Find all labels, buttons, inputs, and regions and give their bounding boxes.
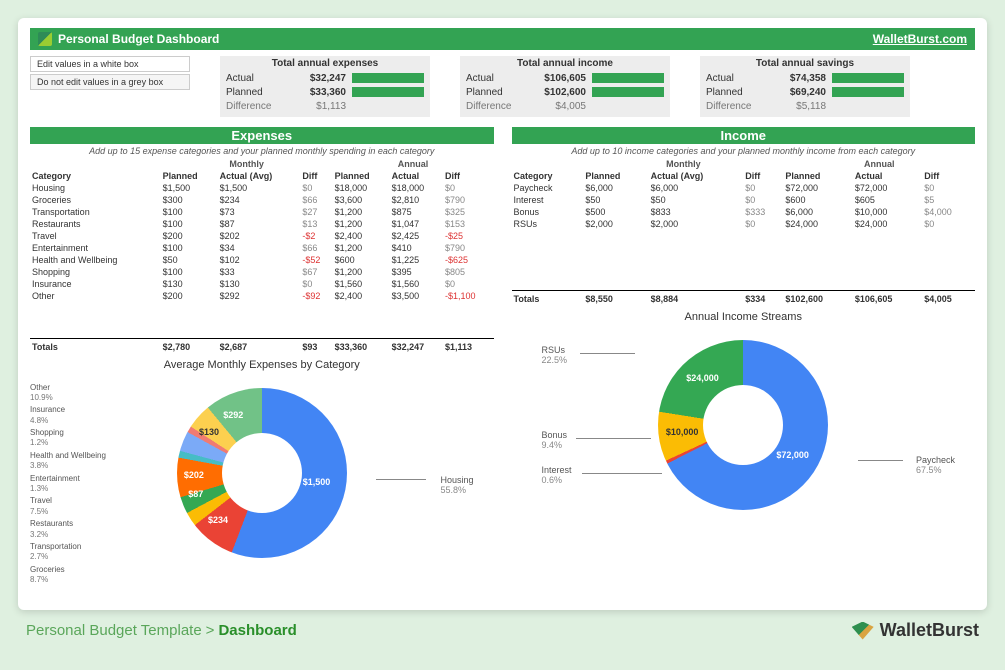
expenses-donut-chart: Other10.9%Insurance4.8%Shopping1.2%Healt… bbox=[30, 373, 494, 573]
income-table: Monthly Annual Category Planned Actual (… bbox=[512, 158, 976, 305]
brand-logo[interactable]: WalletBurst bbox=[852, 620, 979, 641]
summary-expenses: Total annual expenses Actual$32,247 Plan… bbox=[220, 56, 430, 117]
breadcrumb-current: Dashboard bbox=[218, 622, 296, 639]
page-title: Personal Budget Dashboard bbox=[58, 32, 219, 46]
table-row[interactable]: Transportation$100$73$27$1,200$875$325 bbox=[30, 206, 494, 218]
summary-header: Total annual expenses bbox=[226, 58, 424, 69]
titlebar: Personal Budget Dashboard WalletBurst.co… bbox=[30, 28, 975, 50]
table-row[interactable]: Health and Wellbeing$50$102-$52$600$1,22… bbox=[30, 254, 494, 266]
table-row[interactable]: Travel$200$202-$2$2,400$2,425-$25 bbox=[30, 230, 494, 242]
spreadsheet-sheet: Personal Budget Dashboard WalletBurst.co… bbox=[18, 18, 987, 610]
wallet-icon bbox=[38, 32, 52, 46]
table-row[interactable]: RSUs$2,000$2,000$0$24,000$24,000$0 bbox=[512, 218, 976, 230]
summary-savings: Total annual savings Actual$74,358 Plann… bbox=[700, 56, 910, 117]
table-row[interactable]: Paycheck$6,000$6,000$0$72,000$72,000$0 bbox=[512, 182, 976, 194]
note-locked: Do not edit values in a grey box bbox=[30, 74, 190, 90]
table-row[interactable]: Interest$50$50$0$600$605$5 bbox=[512, 194, 976, 206]
table-row[interactable]: Other$200$292-$92$2,400$3,500-$1,100 bbox=[30, 290, 494, 302]
expenses-panel: Expenses Add up to 15 expense categories… bbox=[30, 127, 494, 573]
expenses-totals-row: Totals $2,780 $2,687 $93 $33,360 $32,247… bbox=[30, 338, 494, 353]
income-donut-chart: $72,000$10,000$24,000 RSUs 22.5% Bonus 9… bbox=[512, 325, 976, 525]
income-chart-title: Annual Income Streams bbox=[512, 311, 976, 323]
table-row[interactable]: Entertainment$100$34$66$1,200$410$790 bbox=[30, 242, 494, 254]
footer: Personal Budget Template > Dashboard Wal… bbox=[18, 610, 987, 641]
breadcrumb[interactable]: Personal Budget Template bbox=[26, 622, 202, 639]
income-panel: Income Add up to 10 income categories an… bbox=[512, 127, 976, 573]
expenses-chart-title: Average Monthly Expenses by Category bbox=[30, 359, 494, 371]
table-row[interactable]: Groceries$300$234$66$3,600$2,810$790 bbox=[30, 194, 494, 206]
summary-header: Total annual income bbox=[466, 58, 664, 69]
table-row[interactable]: Insurance$130$130$0$1,560$1,560$0 bbox=[30, 278, 494, 290]
summary-header: Total annual savings bbox=[706, 58, 904, 69]
wallet-icon bbox=[852, 622, 874, 640]
table-row[interactable]: Shopping$100$33$67$1,200$395$805 bbox=[30, 266, 494, 278]
income-header: Income bbox=[512, 127, 976, 144]
bar-icon bbox=[832, 87, 904, 97]
expenses-table: Monthly Annual Category Planned Actual (… bbox=[30, 158, 494, 353]
bar-icon bbox=[352, 87, 424, 97]
expenses-header: Expenses bbox=[30, 127, 494, 144]
expenses-note: Add up to 15 expense categories and your… bbox=[30, 144, 494, 158]
bar-icon bbox=[592, 87, 664, 97]
income-totals-row: Totals $8,550 $8,884 $334 $102,600 $106,… bbox=[512, 290, 976, 305]
income-note: Add up to 10 income categories and your … bbox=[512, 144, 976, 158]
table-row[interactable]: Bonus$500$833$333$6,000$10,000$4,000 bbox=[512, 206, 976, 218]
bar-icon bbox=[832, 73, 904, 83]
note-editable: Edit values in a white box bbox=[30, 56, 190, 72]
table-row[interactable]: Restaurants$100$87$13$1,200$1,047$153 bbox=[30, 218, 494, 230]
bar-icon bbox=[592, 73, 664, 83]
summary-income: Total annual income Actual$106,605 Plann… bbox=[460, 56, 670, 117]
edit-notes: Edit values in a white box Do not edit v… bbox=[30, 56, 190, 117]
site-link[interactable]: WalletBurst.com bbox=[873, 32, 967, 46]
table-row[interactable]: Housing$1,500$1,500$0$18,000$18,000$0 bbox=[30, 182, 494, 194]
bar-icon bbox=[352, 73, 424, 83]
